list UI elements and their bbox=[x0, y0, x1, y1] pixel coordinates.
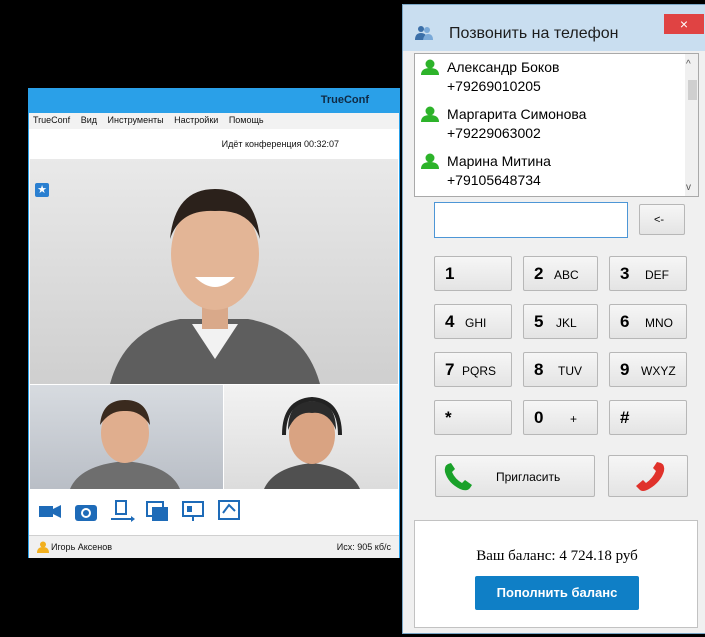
key-letters: MNO bbox=[645, 316, 673, 330]
scroll-down-icon[interactable]: v bbox=[686, 182, 691, 193]
trueconf-window: TrueConf TrueConf Вид Инструменты Настро… bbox=[28, 88, 400, 558]
slideshow-icon[interactable] bbox=[145, 499, 171, 523]
key-letters: TUV bbox=[558, 364, 582, 378]
key-digit: 5 bbox=[534, 312, 544, 331]
hangup-button[interactable] bbox=[608, 455, 688, 497]
contact-phone: +79229063002 bbox=[447, 125, 541, 141]
key-digit: # bbox=[620, 408, 630, 427]
contact-phone: +79269010205 bbox=[447, 78, 541, 94]
conference-status-text: Идёт конференция 00:32:07 bbox=[221, 139, 339, 149]
key-letters: ABC bbox=[554, 268, 579, 282]
contact-list: Александр Боков +79269010205 Маргарита С… bbox=[414, 53, 699, 197]
key-letters: DEF bbox=[645, 268, 669, 282]
key-letters: WXYZ bbox=[641, 364, 676, 378]
invite-button[interactable]: Пригласить bbox=[435, 455, 595, 497]
key-digit: 7 bbox=[445, 360, 455, 379]
key-4[interactable]: 4 GHI bbox=[434, 304, 512, 339]
star-icon[interactable]: ★ bbox=[35, 183, 49, 197]
key-7[interactable]: 7 PQRS bbox=[434, 352, 512, 387]
dialog-title-bar: Позвонить на телефон × bbox=[403, 5, 705, 51]
key-1[interactable]: 1 bbox=[434, 256, 512, 291]
toolbar bbox=[29, 491, 399, 531]
window-title: TrueConf bbox=[320, 94, 369, 106]
bitrate-readout: Исх: 905 кб/с bbox=[336, 542, 391, 552]
status-bar: Игорь Аксенов Исх: 905 кб/с bbox=[29, 535, 399, 558]
contact-item[interactable]: Марина Митина +79105648734 bbox=[421, 153, 671, 193]
top-up-balance-button[interactable]: Пополнить баланс bbox=[475, 576, 639, 610]
balance-panel: Ваш баланс: 4 724.18 руб Пополнить балан… bbox=[414, 520, 698, 628]
key-digit: 9 bbox=[620, 360, 630, 379]
participant-video-2[interactable] bbox=[224, 385, 398, 489]
key-6[interactable]: 6 MNO bbox=[609, 304, 687, 339]
hangup-icon bbox=[631, 460, 667, 499]
key-letters: GHI bbox=[465, 316, 487, 330]
key-digit: 8 bbox=[534, 360, 544, 379]
user-icon bbox=[37, 541, 49, 555]
key-digit: 1 bbox=[445, 264, 455, 283]
menu-settings[interactable]: Настройки bbox=[170, 113, 222, 125]
online-person-icon bbox=[421, 106, 439, 127]
contact-list-scrollbar[interactable] bbox=[685, 54, 698, 196]
online-person-icon bbox=[421, 153, 439, 174]
participant-person-illustration bbox=[264, 396, 360, 489]
camera-icon[interactable] bbox=[37, 499, 63, 523]
file-transfer-icon[interactable] bbox=[109, 499, 135, 523]
menu-help[interactable]: Помощь bbox=[225, 113, 268, 125]
scroll-thumb[interactable] bbox=[688, 80, 697, 100]
call-phone-dialog: Позвонить на телефон × Александр Боков +… bbox=[402, 4, 705, 634]
phone-call-icon bbox=[442, 461, 476, 498]
user-name: Игорь Аксенов bbox=[51, 542, 113, 552]
conference-status: Идёт конференция 00:32:07 bbox=[29, 139, 399, 149]
key-3[interactable]: 3 DEF bbox=[609, 256, 687, 291]
menu-tools[interactable]: Инструменты bbox=[104, 113, 168, 125]
contacts-icon bbox=[415, 25, 433, 46]
key-5[interactable]: 5 JKL bbox=[523, 304, 598, 339]
close-icon[interactable]: × bbox=[664, 14, 704, 34]
key-digit: 6 bbox=[620, 312, 630, 331]
key-letters: PQRS bbox=[462, 364, 497, 378]
contact-item[interactable]: Маргарита Симонова +79229063002 bbox=[421, 106, 671, 146]
invite-label: Пригласить bbox=[496, 470, 561, 484]
backspace-label: <- bbox=[654, 214, 665, 226]
key-star[interactable]: * bbox=[434, 400, 512, 435]
key-letters: JKL bbox=[556, 316, 577, 330]
key-digit: 3 bbox=[620, 264, 630, 283]
participant-person-illustration bbox=[70, 400, 180, 489]
participant-person-illustration bbox=[110, 189, 320, 384]
key-digit: 2 bbox=[534, 264, 544, 283]
key-letters: + bbox=[570, 412, 578, 426]
main-video[interactable] bbox=[30, 159, 398, 384]
scroll-up-icon[interactable]: ^ bbox=[686, 59, 691, 70]
participant-video-1[interactable] bbox=[30, 385, 223, 489]
key-digit: * bbox=[445, 408, 452, 427]
menu-bar: TrueConf Вид Инструменты Настройки Помощ… bbox=[29, 113, 399, 129]
key-2[interactable]: 2 ABC bbox=[523, 256, 598, 291]
photo-icon[interactable] bbox=[73, 499, 99, 523]
balance-text: Ваш баланс: 4 724.18 руб bbox=[476, 548, 638, 564]
key-digit: 0 bbox=[534, 408, 544, 427]
backspace-button[interactable]: <- bbox=[639, 204, 685, 235]
screen-share-icon[interactable] bbox=[181, 499, 207, 523]
phone-number-input[interactable] bbox=[434, 202, 628, 238]
contact-item[interactable]: Александр Боков +79269010205 bbox=[421, 59, 671, 99]
whiteboard-icon[interactable] bbox=[217, 499, 243, 523]
key-hash[interactable]: # bbox=[609, 400, 687, 435]
contact-name: Маргарита Симонова bbox=[447, 106, 587, 122]
menu-view[interactable]: Вид bbox=[77, 113, 101, 125]
contact-name: Марина Митина bbox=[447, 153, 551, 169]
title-bar: TrueConf bbox=[29, 89, 399, 113]
contact-phone: +79105648734 bbox=[447, 172, 541, 188]
key-digit: 4 bbox=[445, 312, 455, 331]
menu-trueconf[interactable]: TrueConf bbox=[29, 113, 74, 125]
online-person-icon bbox=[421, 59, 439, 80]
contact-name: Александр Боков bbox=[447, 59, 560, 75]
key-8[interactable]: 8 TUV bbox=[523, 352, 598, 387]
dialog-title: Позвонить на телефон bbox=[449, 25, 619, 42]
key-9[interactable]: 9 WXYZ bbox=[609, 352, 687, 387]
key-0[interactable]: 0 + bbox=[523, 400, 598, 435]
